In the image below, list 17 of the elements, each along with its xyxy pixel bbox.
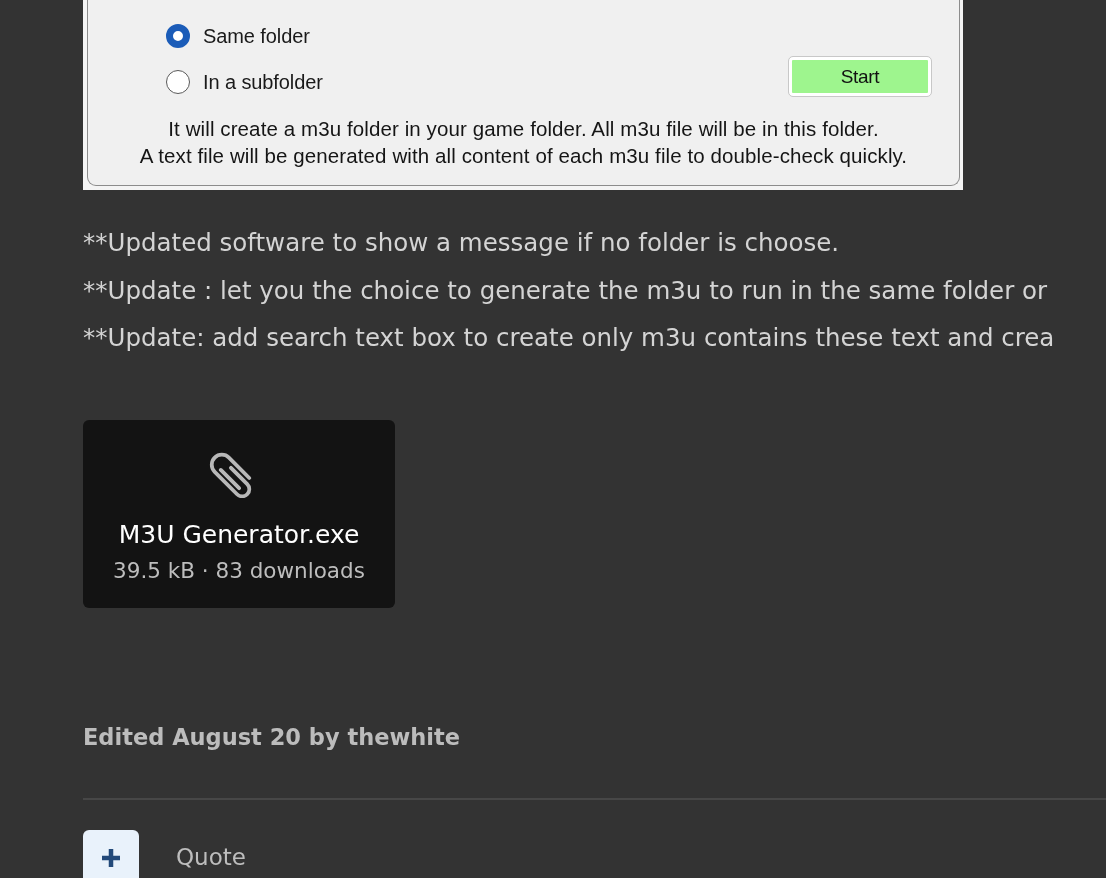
note-text: It will create a m3u folder in your game folder. All m3u file will be in this folder. xyxy=(168,116,879,142)
option-label: In a subfolder xyxy=(203,70,323,94)
radio-button[interactable] xyxy=(166,70,190,94)
start-button[interactable]: Start xyxy=(789,57,931,96)
radio-button[interactable] xyxy=(166,24,190,48)
quote-link[interactable]: Quote xyxy=(176,843,246,870)
file-meta: 39.5 kB · 83 downloads xyxy=(113,556,365,585)
plus-icon xyxy=(101,847,121,868)
note-text: A text file will be generated with all content of each m3u file to double-check quickly. xyxy=(139,143,908,169)
option-label: Same folder xyxy=(203,24,310,48)
update-note: **Update: add search text box to create only m3u contains these text and crea xyxy=(83,322,1055,354)
attachment-card[interactable]: M3U Generator.exe 39.5 kB · 83 downloads xyxy=(83,419,395,608)
add-button[interactable] xyxy=(83,829,139,878)
update-note: **Updated software to show a message if no folder is choose. xyxy=(83,227,840,259)
file-name: M3U Generator.exe xyxy=(118,518,360,551)
update-note: **Update : let you the choice to generate the m3u to run in the same folder or xyxy=(83,274,1048,307)
edited-note: Edited August 20 by thewhite xyxy=(83,722,460,752)
